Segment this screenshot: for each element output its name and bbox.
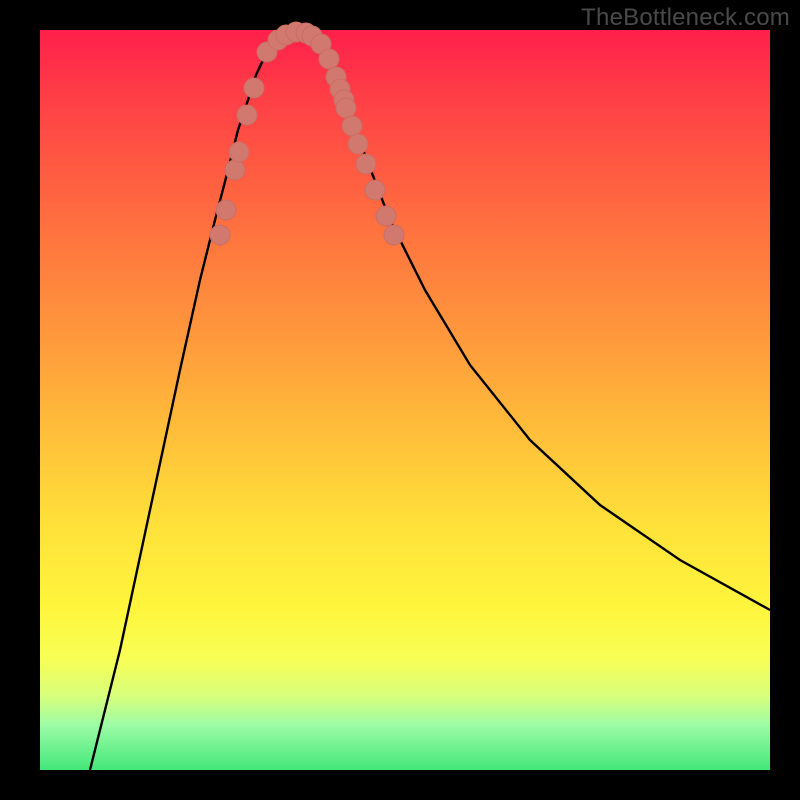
- curve-marker: [376, 206, 396, 226]
- curve-marker: [319, 49, 339, 69]
- curve-markers: [210, 22, 404, 245]
- curve-marker: [365, 180, 385, 200]
- curve-marker: [384, 225, 404, 245]
- curve-marker: [216, 200, 236, 220]
- curve-path: [90, 32, 770, 770]
- curve-marker: [244, 78, 264, 98]
- watermark-text: TheBottleneck.com: [581, 4, 790, 32]
- curve-marker: [342, 116, 362, 136]
- curve-marker: [336, 98, 356, 118]
- curve-marker: [348, 134, 368, 154]
- chart-svg: [40, 30, 770, 770]
- curve-marker: [225, 160, 245, 180]
- curve-marker: [229, 142, 249, 162]
- curve-marker: [237, 105, 257, 125]
- curve-marker: [356, 154, 376, 174]
- curve-marker: [210, 225, 230, 245]
- outer-frame: TheBottleneck.com: [0, 0, 800, 800]
- plot-area: [40, 30, 770, 770]
